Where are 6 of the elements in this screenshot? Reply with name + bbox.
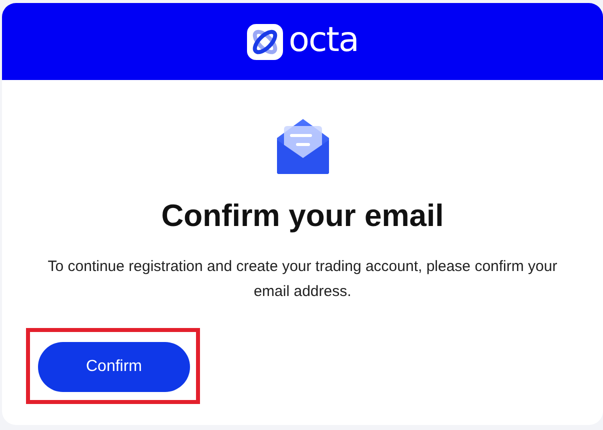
heading: Confirm your email [161, 198, 444, 234]
message-text: To continue registration and create your trading account, please confirm your email address. [46, 257, 558, 302]
brand-name: octa [288, 22, 358, 56]
confirm-button[interactable]: Confirm [38, 342, 190, 392]
logo-icon [246, 24, 283, 60]
envelope-icon [274, 116, 330, 176]
